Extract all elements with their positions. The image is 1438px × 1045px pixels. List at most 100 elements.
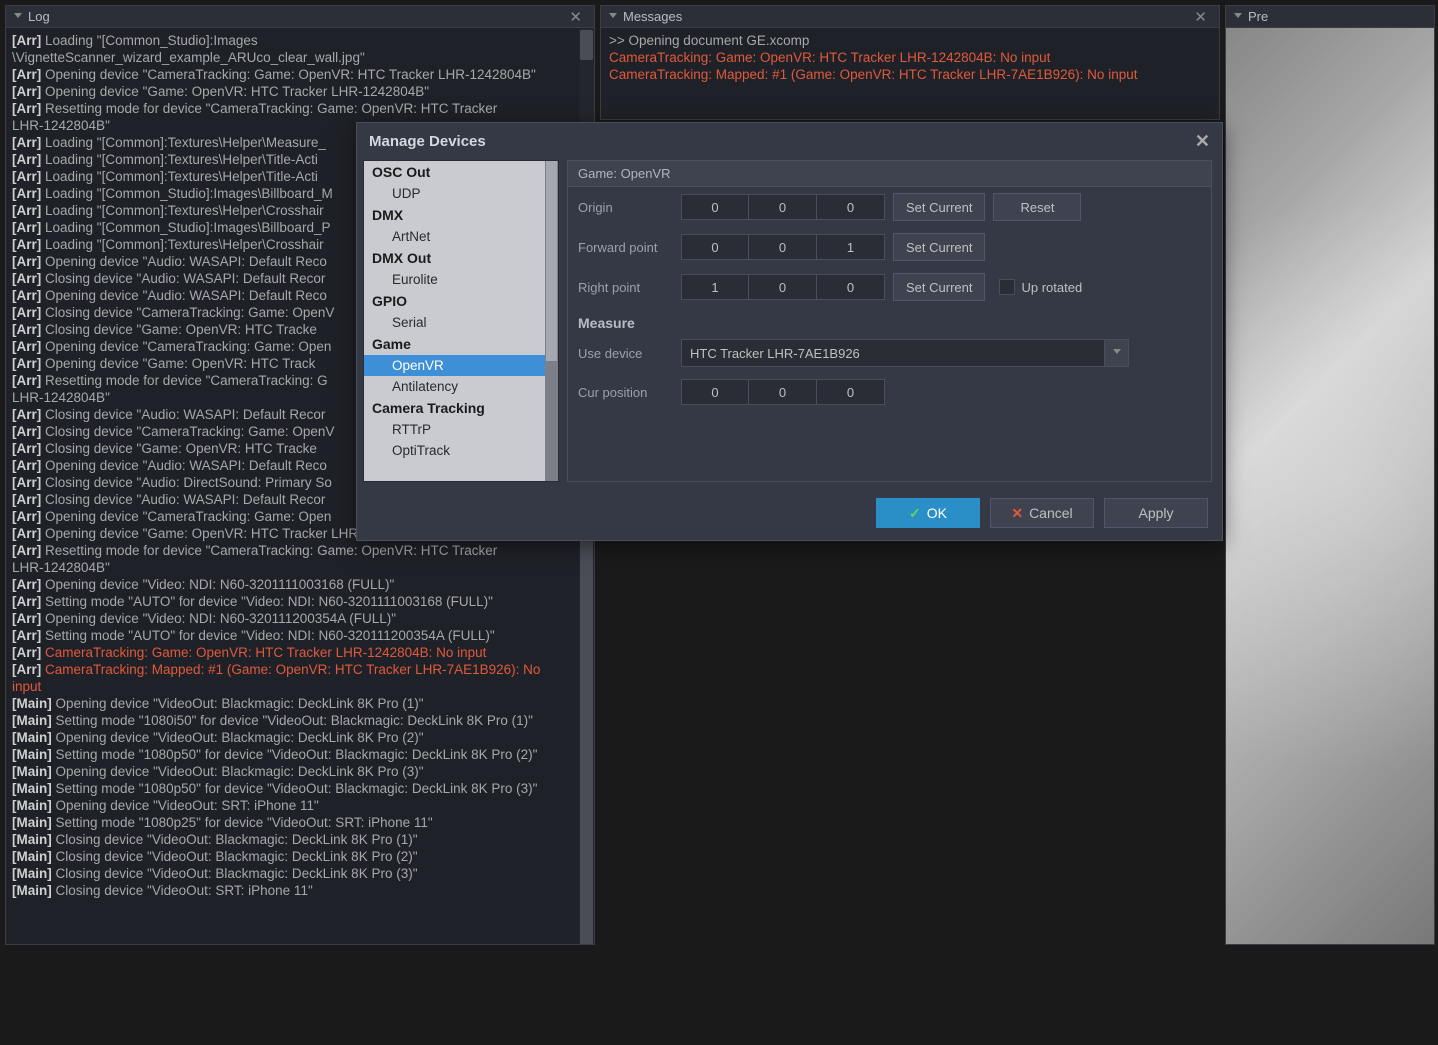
dialog-title: Manage Devices	[369, 133, 486, 150]
forward-set-current-button[interactable]: Set Current	[893, 233, 985, 261]
log-line: [Arr] Opening device "CameraTracking: Ga…	[12, 66, 588, 83]
message-line: CameraTracking: Mapped: #1 (Game: OpenVR…	[609, 66, 1211, 83]
log-line: [Main] Setting mode "1080p50" for device…	[12, 746, 588, 763]
cancel-button[interactable]: ✕Cancel	[990, 498, 1094, 528]
dropdown-icon[interactable]	[14, 13, 22, 21]
dialog-titlebar[interactable]: Manage Devices ✕	[357, 123, 1222, 160]
origin-x-input[interactable]	[681, 194, 749, 220]
log-line: [Main] Closing device "VideoOut: SRT: iP…	[12, 882, 588, 899]
tree-category: Game	[364, 333, 558, 355]
tree-category: DMX Out	[364, 247, 558, 269]
log-line: [Main] Setting mode "1080p25" for device…	[12, 814, 588, 831]
log-line: [Main] Closing device "VideoOut: Blackma…	[12, 865, 588, 882]
tree-category: GPIO	[364, 290, 558, 312]
device-tree[interactable]: OSC OutUDPDMXArtNetDMX OutEuroliteGPIOSe…	[363, 160, 559, 482]
origin-set-current-button[interactable]: Set Current	[893, 193, 985, 221]
tree-item[interactable]: ArtNet	[364, 226, 558, 247]
log-line: [Main] Opening device "VideoOut: SRT: iP…	[12, 797, 588, 814]
log-line: \VignetteScanner_wizard_example_ARUco_cl…	[12, 49, 588, 66]
reset-button[interactable]: Reset	[993, 193, 1081, 221]
tree-item[interactable]: Serial	[364, 312, 558, 333]
log-line: [Arr] Setting mode "AUTO" for device "Vi…	[12, 627, 588, 644]
log-line: input	[12, 678, 588, 695]
dropdown-icon[interactable]	[1234, 13, 1242, 21]
log-line: [Main] Closing device "VideoOut: Blackma…	[12, 831, 588, 848]
tree-item[interactable]: Antilatency	[364, 376, 558, 397]
log-line: LHR-1242804B"	[12, 559, 588, 576]
close-icon[interactable]: ✕	[1195, 131, 1210, 152]
messages-title: Messages	[623, 9, 682, 24]
messages-header: Messages ✕	[601, 6, 1219, 28]
measure-section: Measure	[568, 307, 1211, 333]
cur-pos-y	[749, 379, 817, 405]
log-line: [Arr] CameraTracking: Mapped: #1 (Game: …	[12, 661, 588, 678]
use-device-select[interactable]	[681, 339, 1105, 367]
check-icon: ✓	[909, 505, 921, 522]
scroll-thumb[interactable]	[580, 536, 593, 944]
right-set-current-button[interactable]: Set Current	[893, 273, 985, 301]
log-line: [Arr] Opening device "Video: NDI: N60-32…	[12, 610, 588, 627]
log-header: Log ✕	[6, 6, 594, 28]
message-line: CameraTracking: Game: OpenVR: HTC Tracke…	[609, 49, 1211, 66]
log-line: [Arr] Resetting mode for device "CameraT…	[12, 100, 588, 117]
scroll-thumb[interactable]	[580, 30, 593, 60]
log-line: [Arr] Resetting mode for device "CameraT…	[12, 542, 588, 559]
device-properties: Game: OpenVR Origin Set Current Reset Fo…	[567, 160, 1212, 482]
preview-image	[1226, 28, 1434, 944]
up-rotated-label: Up rotated	[1021, 280, 1082, 295]
scrollbar[interactable]	[545, 161, 558, 481]
right-x-input[interactable]	[681, 274, 749, 300]
log-line: [Main] Closing device "VideoOut: Blackma…	[12, 848, 588, 865]
tree-category: DMX	[364, 204, 558, 226]
messages-content: >> Opening document GE.xcompCameraTracki…	[601, 28, 1219, 119]
forward-x-input[interactable]	[681, 234, 749, 260]
manage-devices-dialog: Manage Devices ✕ OSC OutUDPDMXArtNetDMX …	[356, 122, 1223, 541]
tree-item[interactable]: OptiTrack	[364, 440, 558, 461]
origin-z-input[interactable]	[817, 194, 885, 220]
log-line: [Main] Opening device "VideoOut: Blackma…	[12, 763, 588, 780]
preview-panel: Pre	[1225, 5, 1435, 945]
x-icon: ✕	[1011, 505, 1023, 522]
log-line: [Arr] Setting mode "AUTO" for device "Vi…	[12, 593, 588, 610]
tree-item[interactable]: RTTrP	[364, 419, 558, 440]
cur-pos-z	[817, 379, 885, 405]
tree-category: Camera Tracking	[364, 397, 558, 419]
forward-label: Forward point	[578, 240, 673, 255]
right-z-input[interactable]	[817, 274, 885, 300]
cur-position-label: Cur position	[578, 385, 673, 400]
props-header: Game: OpenVR	[568, 161, 1211, 187]
log-line: [Main] Setting mode "1080i50" for device…	[12, 712, 588, 729]
log-line: [Arr] CameraTracking: Game: OpenVR: HTC …	[12, 644, 588, 661]
preview-header: Pre	[1226, 6, 1434, 28]
origin-y-input[interactable]	[749, 194, 817, 220]
log-line: [Main] Setting mode "1080p50" for device…	[12, 780, 588, 797]
tree-item[interactable]: OpenVR	[364, 355, 558, 376]
log-line: [Arr] Loading "[Common_Studio]:Images	[12, 32, 588, 49]
log-title: Log	[28, 9, 50, 24]
up-rotated-checkbox[interactable]	[999, 279, 1015, 295]
log-line: [Arr] Opening device "Game: OpenVR: HTC …	[12, 83, 588, 100]
apply-button[interactable]: Apply	[1104, 498, 1208, 528]
log-line: [Main] Opening device "VideoOut: Blackma…	[12, 695, 588, 712]
dropdown-icon[interactable]	[609, 13, 617, 21]
tree-item[interactable]: UDP	[364, 183, 558, 204]
scroll-thumb[interactable]	[546, 161, 557, 361]
forward-y-input[interactable]	[749, 234, 817, 260]
right-label: Right point	[578, 280, 673, 295]
ok-button[interactable]: ✓OK	[876, 498, 980, 528]
close-icon[interactable]: ✕	[1190, 8, 1211, 26]
dropdown-icon[interactable]	[1105, 339, 1129, 367]
log-line: [Arr] Opening device "Video: NDI: N60-32…	[12, 576, 588, 593]
tree-item[interactable]: Eurolite	[364, 269, 558, 290]
log-line: [Main] Opening device "VideoOut: Blackma…	[12, 729, 588, 746]
right-y-input[interactable]	[749, 274, 817, 300]
close-icon[interactable]: ✕	[565, 8, 586, 26]
messages-panel: Messages ✕ >> Opening document GE.xcompC…	[600, 5, 1220, 120]
use-device-label: Use device	[578, 346, 673, 361]
cur-pos-x	[681, 379, 749, 405]
message-line: >> Opening document GE.xcomp	[609, 32, 1211, 49]
preview-title: Pre	[1248, 9, 1268, 24]
forward-z-input[interactable]	[817, 234, 885, 260]
origin-label: Origin	[578, 200, 673, 215]
tree-category: OSC Out	[364, 161, 558, 183]
